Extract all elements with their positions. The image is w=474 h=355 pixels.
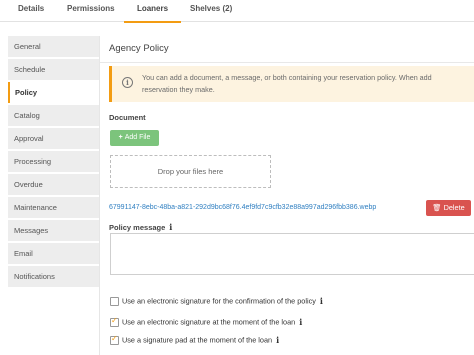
sidebar-item-general[interactable]: General (8, 36, 99, 57)
tab-details[interactable]: Details (18, 0, 44, 22)
checkbox-label: Use an electronic signature at the momen… (122, 317, 296, 327)
delete-file-button[interactable]: 🗑 Delete (426, 200, 471, 216)
checkbox[interactable] (110, 296, 119, 306)
checkbox[interactable] (110, 334, 119, 345)
info-icon[interactable]: i (276, 335, 279, 345)
sidebar-item-catalog[interactable]: Catalog (8, 105, 99, 126)
sidebar-item-email[interactable]: Email (8, 243, 99, 264)
add-file-label: Add File (124, 134, 151, 141)
file-dropzone[interactable]: Drop your files here (110, 155, 271, 188)
info-icon: i (122, 77, 133, 88)
alert-text: You can add a document, a message, or bo… (142, 72, 474, 96)
info-icon[interactable]: i (169, 222, 172, 232)
title-divider (100, 62, 474, 63)
checkbox-label: Use an electronic signature for the conf… (122, 296, 316, 306)
info-icon[interactable]: i (299, 317, 302, 327)
delete-label: Delete (443, 203, 465, 212)
policy-message-textarea[interactable] (110, 233, 474, 275)
sidebar-item-approval[interactable]: Approval (8, 128, 99, 149)
checkbox-row-signature-pad: Use a signature pad at the moment of the… (110, 334, 279, 347)
checkbox-label: Use a signature pad at the moment of the… (122, 335, 273, 345)
sidebar-item-overdue[interactable]: Overdue (8, 174, 99, 195)
tab-loaners[interactable]: Loaners (124, 0, 181, 23)
checkbox-row-electronic-signature-loan: Use an electronic signature at the momen… (110, 316, 302, 329)
policy-message-text: Policy message (109, 223, 166, 232)
sidebar-item-maintenance[interactable]: Maintenance (8, 197, 99, 218)
plus-icon: + (118, 134, 123, 141)
top-tab-bar: Details Permissions Loaners Shelves (2) (0, 0, 474, 23)
tab-permissions[interactable]: Permissions (67, 0, 115, 22)
trash-icon: 🗑 (432, 203, 442, 212)
page-title: Agency Policy (109, 43, 169, 54)
policy-panel: Agency Policy i You can add a document, … (99, 36, 474, 355)
add-file-button[interactable]: + Add File (110, 130, 159, 146)
info-alert: i You can add a document, a message, or … (109, 66, 474, 102)
uploaded-file-link[interactable]: 67991147-8ebc-48ba-a821-292d9bc68f76.4ef… (109, 204, 376, 211)
checkbox[interactable] (110, 316, 119, 327)
alert-line-2: reservation they make. (142, 85, 215, 94)
sidebar-item-processing[interactable]: Processing (8, 151, 99, 172)
policy-message-label: Policy message i (109, 222, 172, 232)
document-label: Document (109, 113, 146, 122)
tab-shelves[interactable]: Shelves (2) (190, 0, 232, 22)
sidebar-item-notifications[interactable]: Notifications (8, 266, 99, 287)
sidebar-item-messages[interactable]: Messages (8, 220, 99, 241)
settings-sidebar: General Schedule Policy Catalog Approval… (8, 36, 99, 289)
info-icon[interactable]: i (320, 296, 323, 306)
alert-line-1: You can add a document, a message, or bo… (142, 73, 432, 82)
sidebar-item-schedule[interactable]: Schedule (8, 59, 99, 80)
sidebar-item-policy[interactable]: Policy (8, 82, 99, 103)
checkbox-row-electronic-signature-confirmation: Use an electronic signature for the conf… (110, 296, 323, 308)
